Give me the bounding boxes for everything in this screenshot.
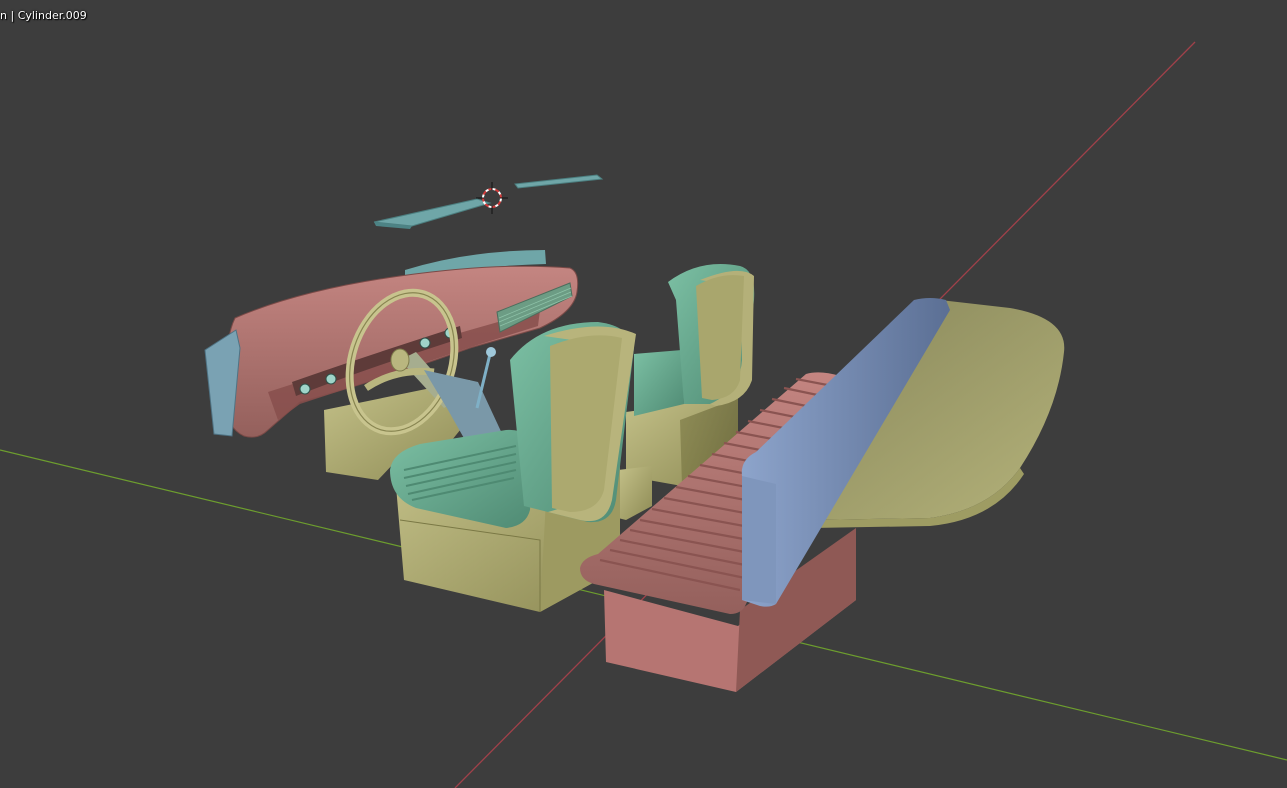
3d-viewport[interactable]: n | Cylinder.009 <box>0 0 1287 788</box>
scene-canvas[interactable] <box>0 0 1287 788</box>
overlay-prefix: n | <box>0 9 15 22</box>
3d-cursor[interactable] <box>476 182 508 214</box>
viewport-info-text: n | Cylinder.009 <box>0 9 87 23</box>
sun-visor-right[interactable] <box>514 174 604 189</box>
active-object-name: Cylinder.009 <box>17 9 87 22</box>
sun-visor-left[interactable] <box>373 198 492 229</box>
